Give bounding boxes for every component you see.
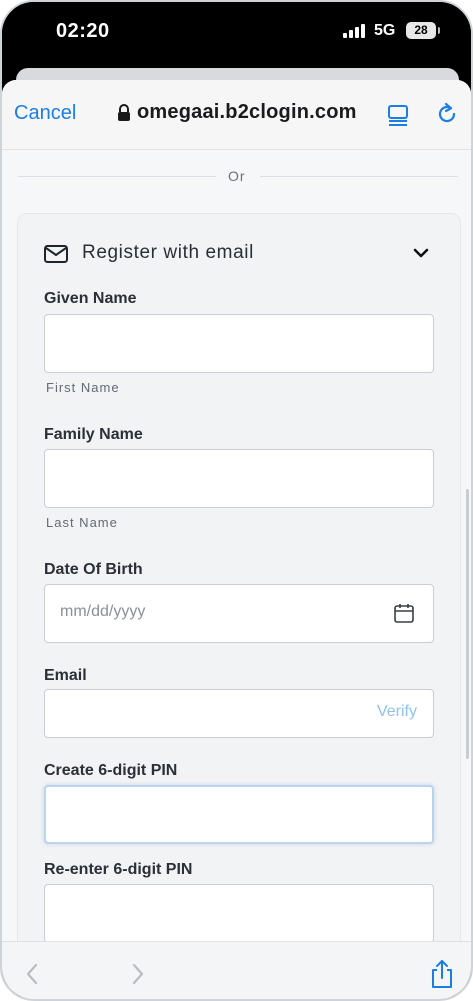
reload-icon[interactable]	[435, 102, 459, 126]
envelope-icon	[44, 245, 68, 263]
forward-arrow-icon[interactable]	[130, 962, 146, 986]
pin-input[interactable]	[44, 785, 434, 844]
dob-label: Date Of Birth	[44, 561, 143, 578]
or-text: Or	[228, 168, 246, 184]
verify-email-link[interactable]: Verify	[377, 703, 417, 721]
divider-line-right	[260, 176, 458, 177]
email-label: Email	[44, 667, 87, 684]
pin-confirm-label: Re-enter 6-digit PIN	[44, 861, 193, 878]
address-bar[interactable]: omegaai.b2clogin.com	[117, 101, 357, 124]
register-email-card: Register with email Given Name First Nam…	[17, 213, 461, 941]
given-name-hint: First Name	[46, 380, 120, 395]
cancel-button[interactable]: Cancel	[14, 102, 76, 125]
dob-input[interactable]: mm/dd/yyyy	[44, 584, 434, 643]
pin-label: Create 6-digit PIN	[44, 762, 178, 779]
pin-confirm-input[interactable]	[44, 884, 434, 941]
lock-icon	[118, 103, 130, 121]
cellular-signal-icon	[343, 24, 365, 38]
page-content: Or Register with email Given Name First …	[2, 151, 471, 941]
chevron-down-icon[interactable]	[412, 246, 430, 260]
divider-line-left	[18, 176, 216, 177]
register-email-toggle[interactable]: Register with email	[42, 236, 432, 270]
given-name-input[interactable]	[44, 314, 434, 373]
email-input[interactable]: Verify	[44, 689, 434, 738]
family-name-label: Family Name	[44, 426, 143, 443]
network-type: 5G	[374, 22, 396, 39]
phone-frame: 02:20 5G 28 Cancel omegaai.b2clogin.com	[0, 0, 473, 1001]
register-email-title: Register with email	[82, 242, 254, 263]
or-divider: Or	[18, 167, 458, 187]
status-time: 02:20	[56, 20, 110, 42]
given-name-label: Given Name	[44, 290, 137, 307]
calendar-icon[interactable]	[393, 602, 415, 624]
battery-icon: 28	[406, 22, 440, 39]
status-bar: 02:20 5G 28	[2, 2, 471, 64]
reader-mode-icon[interactable]	[387, 104, 409, 126]
back-arrow-icon[interactable]	[24, 962, 40, 986]
browser-toolbar: Cancel omegaai.b2clogin.com	[2, 80, 471, 150]
family-name-hint: Last Name	[46, 515, 118, 530]
share-icon[interactable]	[430, 959, 454, 989]
browser-bottom-toolbar	[2, 941, 471, 999]
scrollbar-thumb[interactable]	[466, 489, 469, 759]
url-text: omegaai.b2clogin.com	[137, 101, 357, 123]
browser-sheet: Cancel omegaai.b2clogin.com Or Register …	[2, 80, 471, 999]
dob-placeholder: mm/dd/yyyy	[60, 603, 146, 620]
family-name-input[interactable]	[44, 449, 434, 508]
